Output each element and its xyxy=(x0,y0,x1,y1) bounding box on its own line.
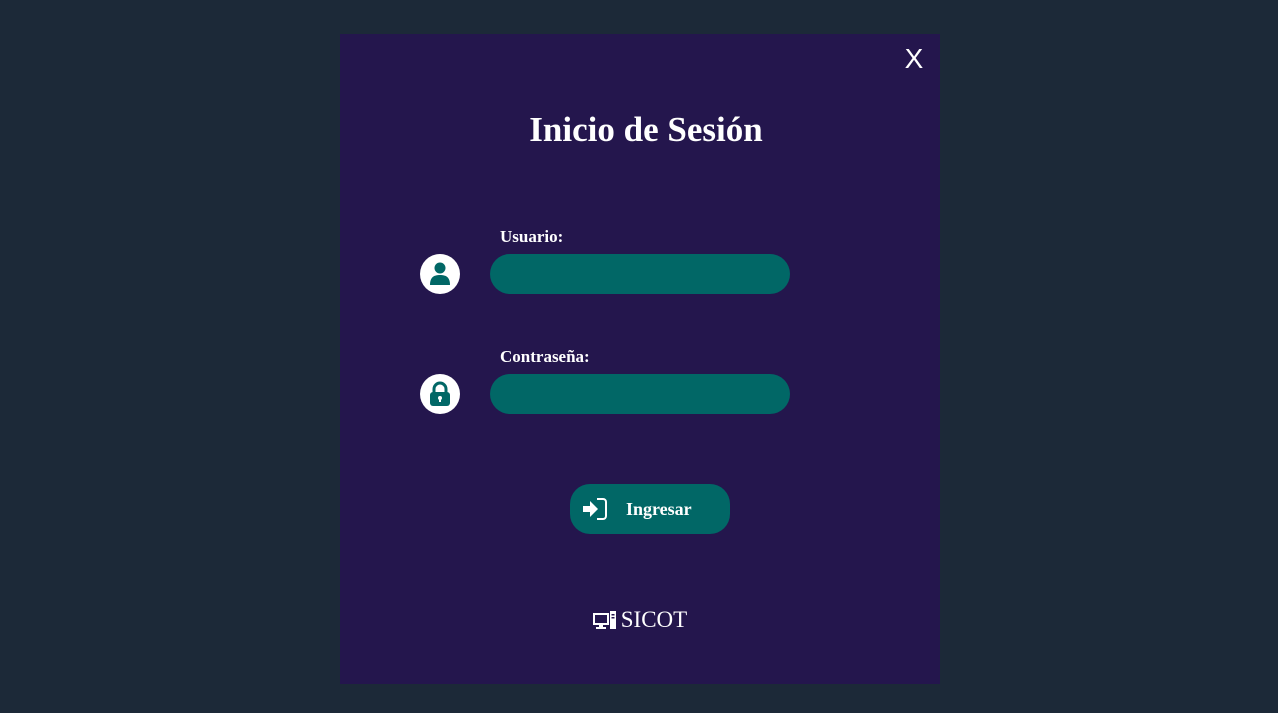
user-icon xyxy=(420,254,460,294)
lock-icon xyxy=(420,374,460,414)
login-button[interactable]: Ingresar xyxy=(570,484,730,534)
sign-in-icon xyxy=(583,498,607,520)
username-label: Usuario: xyxy=(500,227,564,246)
username-input[interactable] xyxy=(490,254,790,294)
password-input[interactable] xyxy=(490,374,790,414)
brand-name: SICOT xyxy=(620,607,688,632)
close-button[interactable]: X xyxy=(903,44,925,74)
brand: SICOT xyxy=(340,606,940,634)
login-dialog: X Inicio de Sesión Usuario: Contraseña: … xyxy=(340,34,940,684)
desktop-computer-icon xyxy=(592,611,616,629)
password-label: Contraseña: xyxy=(500,347,590,366)
login-button-label: Ingresar xyxy=(626,499,692,519)
dialog-title: Inicio de Sesión xyxy=(529,110,763,149)
